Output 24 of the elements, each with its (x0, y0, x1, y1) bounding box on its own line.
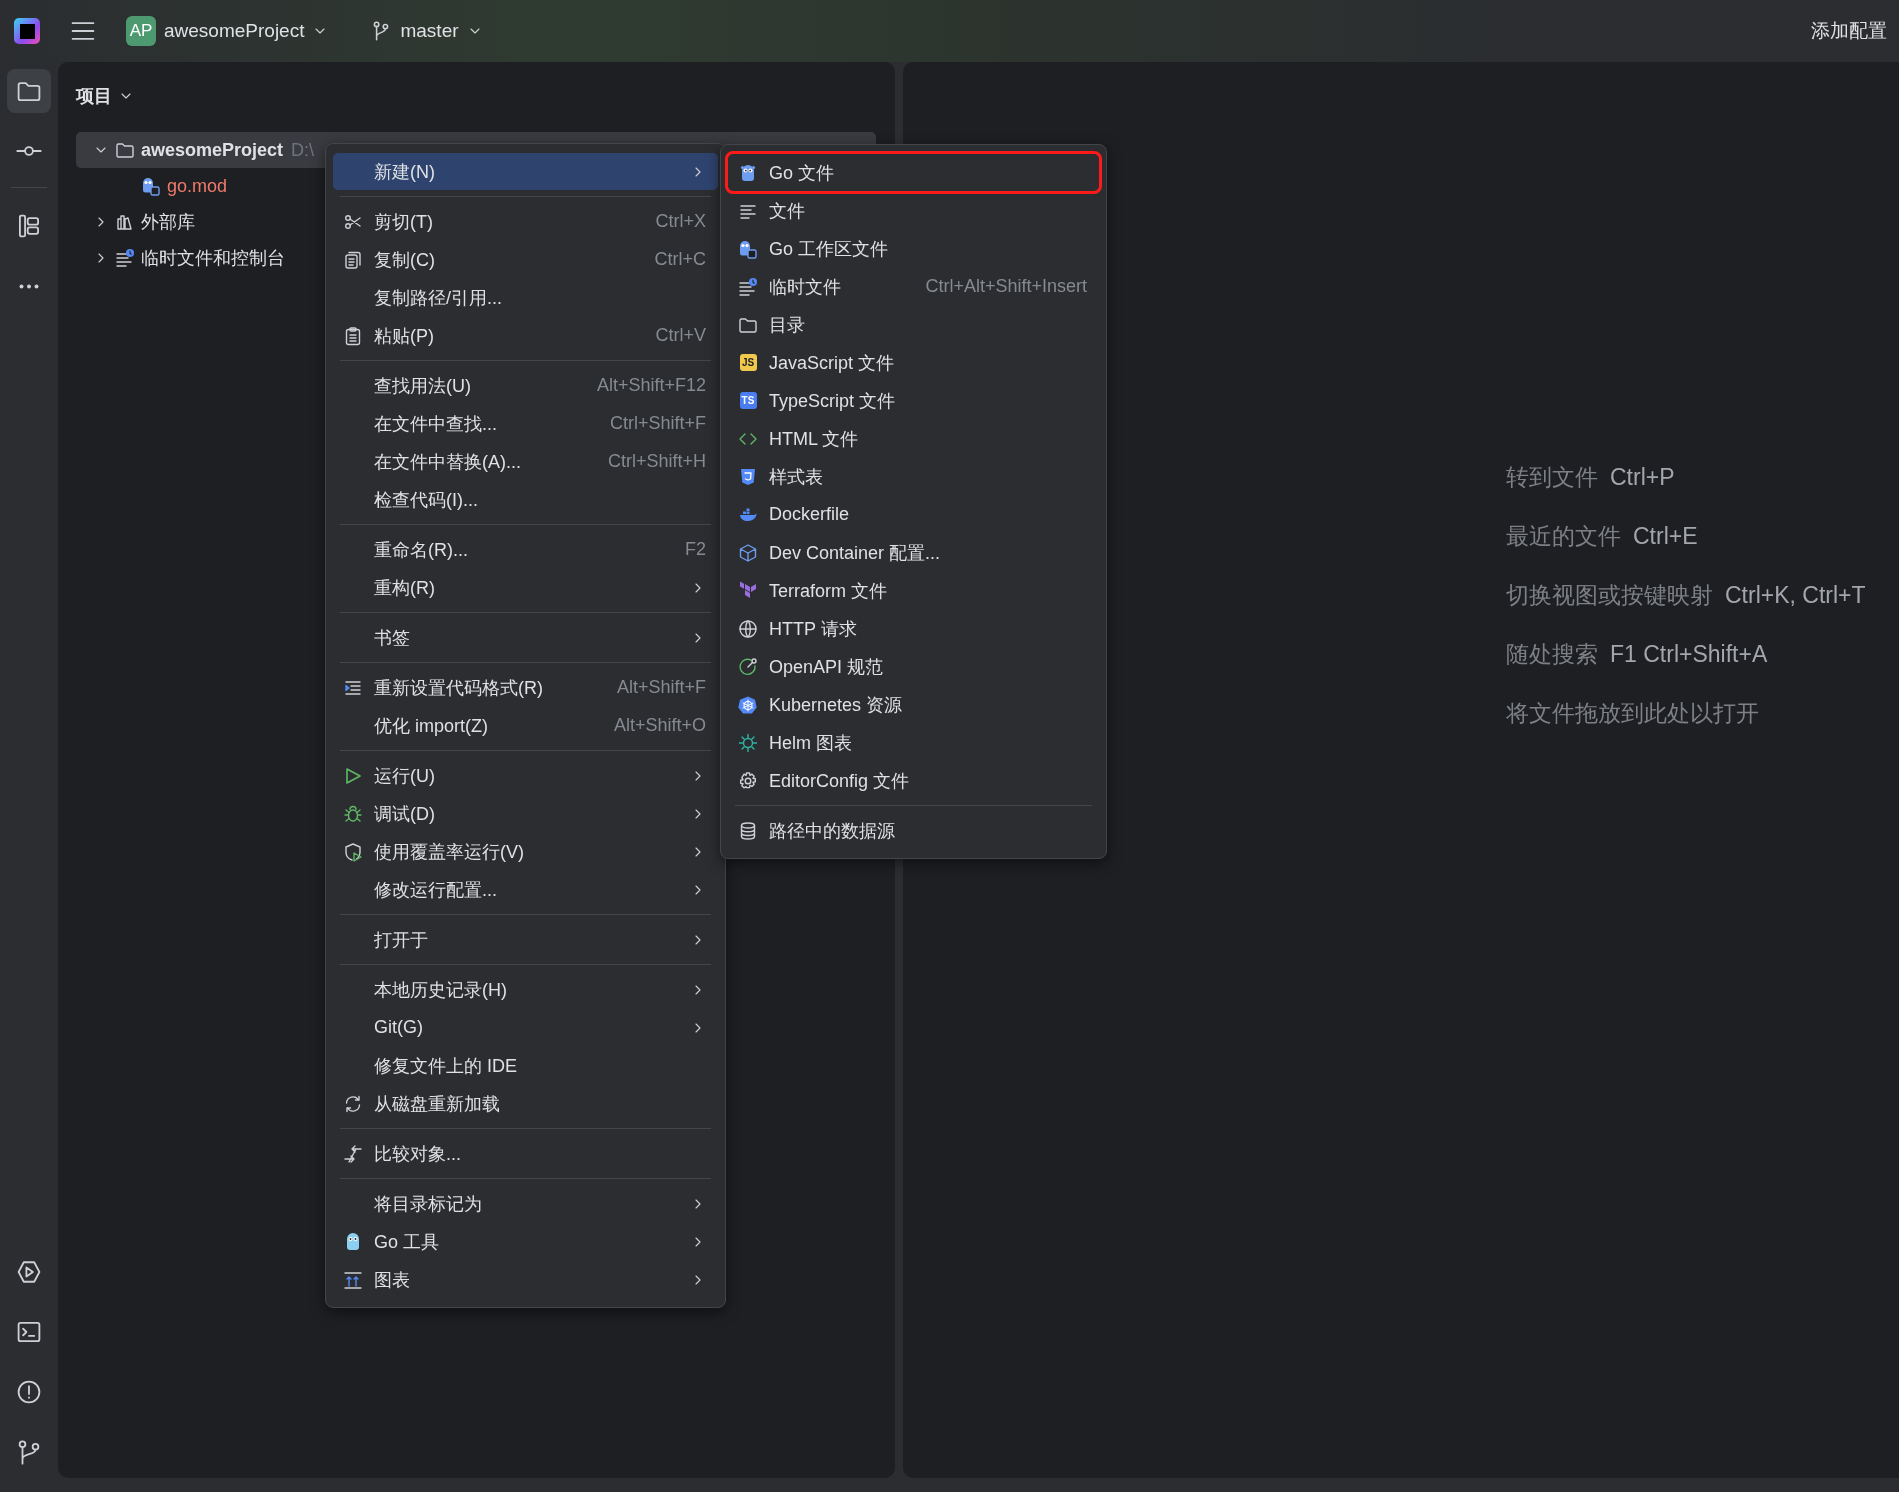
shortcut-label: F1 Ctrl+Shift+A (1610, 641, 1768, 668)
project-badge: AP (126, 16, 156, 46)
shortcut-label: F2 (685, 539, 706, 560)
shortcut-label: Ctrl+Alt+Shift+Insert (925, 276, 1087, 297)
shortcut-label: Ctrl+Shift+F (609, 413, 706, 434)
hint-text: 随处搜索 (1506, 640, 1598, 669)
shortcut-label: Ctrl+E (1633, 523, 1698, 550)
shortcut-label: Ctrl+V (655, 325, 706, 346)
path-hint: D:\ (291, 139, 315, 161)
file-name: go.mod (167, 175, 228, 197)
shortcut-label: Alt+Shift+O (613, 715, 706, 736)
shortcut-label: Ctrl+K, Ctrl+T (1725, 582, 1866, 609)
hint-text: 最近的文件 (1506, 522, 1621, 551)
shortcut-label: Ctrl+X (655, 211, 706, 232)
hint-text: 将文件拖放到此处以打开 (1506, 699, 1759, 728)
hint-text: 切换视图或按键映射 (1506, 581, 1713, 610)
shortcut-label: Ctrl+P (1610, 464, 1675, 491)
shortcut-label: Ctrl+Shift+H (607, 451, 706, 472)
hint-text: 转到文件 (1506, 463, 1598, 492)
shortcut-label: Ctrl+C (654, 249, 706, 270)
file-type-badge: JS (739, 354, 757, 371)
shortcut-label: Alt+Shift+F12 (596, 375, 706, 396)
shortcut-label: Alt+Shift+F (616, 677, 706, 698)
file-type-badge: TS (739, 392, 757, 409)
